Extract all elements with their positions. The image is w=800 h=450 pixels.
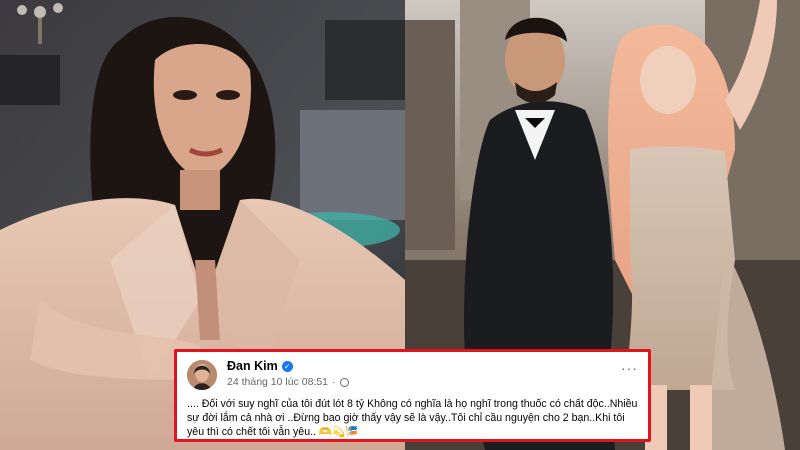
author-avatar[interactable] bbox=[187, 360, 217, 390]
meta-separator: · bbox=[332, 376, 336, 388]
facebook-post-card: Đan Kim ✓ 24 tháng 10 lúc 08:51 · ··· ..… bbox=[174, 349, 651, 442]
post-timestamp[interactable]: 24 tháng 10 lúc 08:51 bbox=[227, 376, 328, 388]
more-options-icon[interactable]: ··· bbox=[621, 360, 638, 376]
verified-check-icon: ✓ bbox=[281, 360, 293, 372]
globe-icon bbox=[339, 377, 349, 387]
author-name[interactable]: Đan Kim bbox=[227, 359, 278, 373]
post-text: .... Đối với suy nghĩ của tôi đút lót 8 … bbox=[187, 398, 638, 438]
